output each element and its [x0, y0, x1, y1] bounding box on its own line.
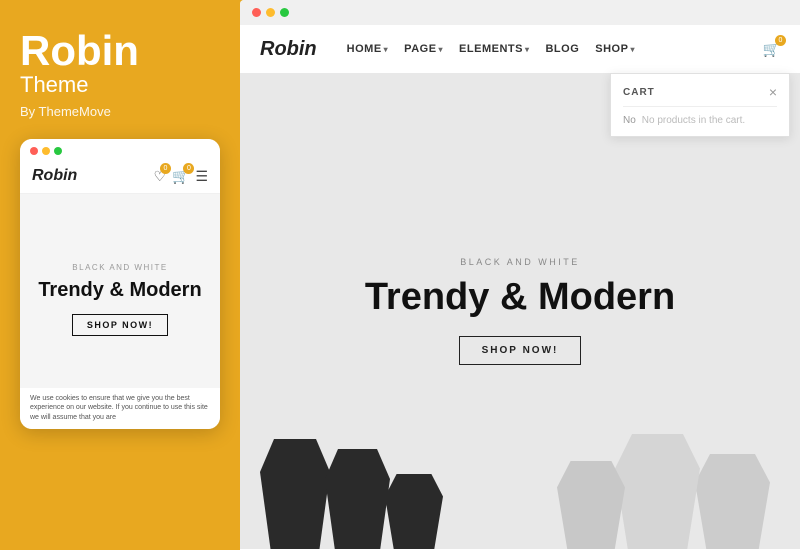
browser-content: Robin HOME ▾ PAGE ▾ ELEMENTS ▾ BLOG: [240, 25, 800, 549]
nav-home[interactable]: HOME ▾: [347, 43, 389, 55]
brand-author: By ThemeMove: [20, 104, 220, 119]
cart-title-label: CART: [623, 87, 655, 98]
nav-logo: Robin: [260, 38, 317, 61]
nav-elements[interactable]: ELEMENTS ▾: [459, 43, 529, 55]
cart-empty-message: No products in the cart.: [642, 115, 745, 126]
dark-shape-1: [260, 439, 330, 549]
cart-empty-row: No No products in the cart.: [623, 115, 777, 126]
mobile-icons: ♡ 0 🛒 0 ☰: [153, 168, 208, 185]
nav-shop-chevron-icon: ▾: [630, 45, 635, 54]
cart-no-label: No: [623, 115, 636, 126]
brand-section: Robin Theme By ThemeMove: [20, 30, 220, 119]
left-panel: Robin Theme By ThemeMove Robin ♡ 0 🛒 0 ☰: [0, 0, 240, 550]
cart-close-button[interactable]: ×: [769, 84, 777, 100]
nav-elements-chevron-icon: ▾: [525, 45, 530, 54]
brand-subtitle: Theme: [20, 72, 220, 98]
cart-badge: 0: [183, 163, 194, 174]
right-panel: Robin HOME ▾ PAGE ▾ ELEMENTS ▾ BLOG: [240, 0, 800, 550]
browser-bar: [240, 0, 800, 25]
nav-elements-label: ELEMENTS: [459, 43, 523, 55]
nav-right-icons: 🛒 0: [763, 41, 780, 58]
nav-shop[interactable]: SHOP ▾: [595, 43, 635, 55]
hero-section: BLACK AND WHITE Trendy & Modern SHOP NOW…: [240, 73, 800, 549]
mobile-hero-tag: BLACK AND WHITE: [72, 263, 167, 272]
hero-tag: BLACK AND WHITE: [460, 257, 580, 267]
cart-icon[interactable]: 🛒 0: [172, 168, 189, 185]
nav-links: HOME ▾ PAGE ▾ ELEMENTS ▾ BLOG SHOP ▾: [347, 43, 763, 55]
nav-home-chevron-icon: ▾: [384, 45, 389, 54]
maximize-dot: [54, 147, 62, 155]
shop-now-button[interactable]: SHOP NOW!: [459, 336, 582, 365]
white-shape-1: [695, 454, 770, 549]
nav-cart-icon[interactable]: 🛒 0: [763, 41, 780, 58]
brand-title: Robin: [20, 30, 220, 72]
menu-icon[interactable]: ☰: [195, 168, 208, 185]
nav-blog-label: BLOG: [545, 43, 579, 55]
cookie-text: We use cookies to ensure that we give yo…: [30, 395, 208, 422]
nav-cart-badge: 0: [775, 35, 786, 46]
dark-shape-3: [385, 474, 443, 549]
hero-heading: Trendy & Modern: [365, 277, 675, 319]
mobile-logo: Robin: [32, 167, 77, 185]
nav-page[interactable]: PAGE ▾: [404, 43, 443, 55]
cart-dropdown-header: CART ×: [623, 84, 777, 107]
wishlist-icon[interactable]: ♡ 0: [153, 168, 166, 185]
nav-bar: Robin HOME ▾ PAGE ▾ ELEMENTS ▾ BLOG: [240, 25, 800, 73]
mobile-shop-now-button[interactable]: SHOP NOW!: [72, 314, 168, 336]
mobile-hero-heading: Trendy & Modern: [38, 278, 201, 302]
nav-page-label: PAGE: [404, 43, 436, 55]
nav-blog[interactable]: BLOG: [545, 43, 579, 55]
window-controls: [20, 139, 220, 163]
browser-minimize-dot: [266, 8, 275, 17]
minimize-dot: [42, 147, 50, 155]
mobile-header: Robin ♡ 0 🛒 0 ☰: [20, 163, 220, 194]
mobile-preview-card: Robin ♡ 0 🛒 0 ☰ BLACK AND WHITE Trendy &…: [20, 139, 220, 429]
dark-shape-2: [325, 449, 390, 549]
nav-shop-label: SHOP: [595, 43, 628, 55]
wishlist-badge: 0: [160, 163, 171, 174]
browser-maximize-dot: [280, 8, 289, 17]
white-shape-3: [557, 461, 625, 549]
cookie-bar: We use cookies to ensure that we give yo…: [20, 388, 220, 429]
decorative-shapes: [240, 389, 800, 549]
browser-close-dot: [252, 8, 261, 17]
nav-page-chevron-icon: ▾: [439, 45, 444, 54]
mobile-hero-content: BLACK AND WHITE Trendy & Modern SHOP NOW…: [20, 194, 220, 404]
cart-dropdown: CART × No No products in the cart.: [610, 73, 790, 137]
nav-home-label: HOME: [347, 43, 382, 55]
white-shape-2: [615, 434, 700, 549]
close-dot: [30, 147, 38, 155]
